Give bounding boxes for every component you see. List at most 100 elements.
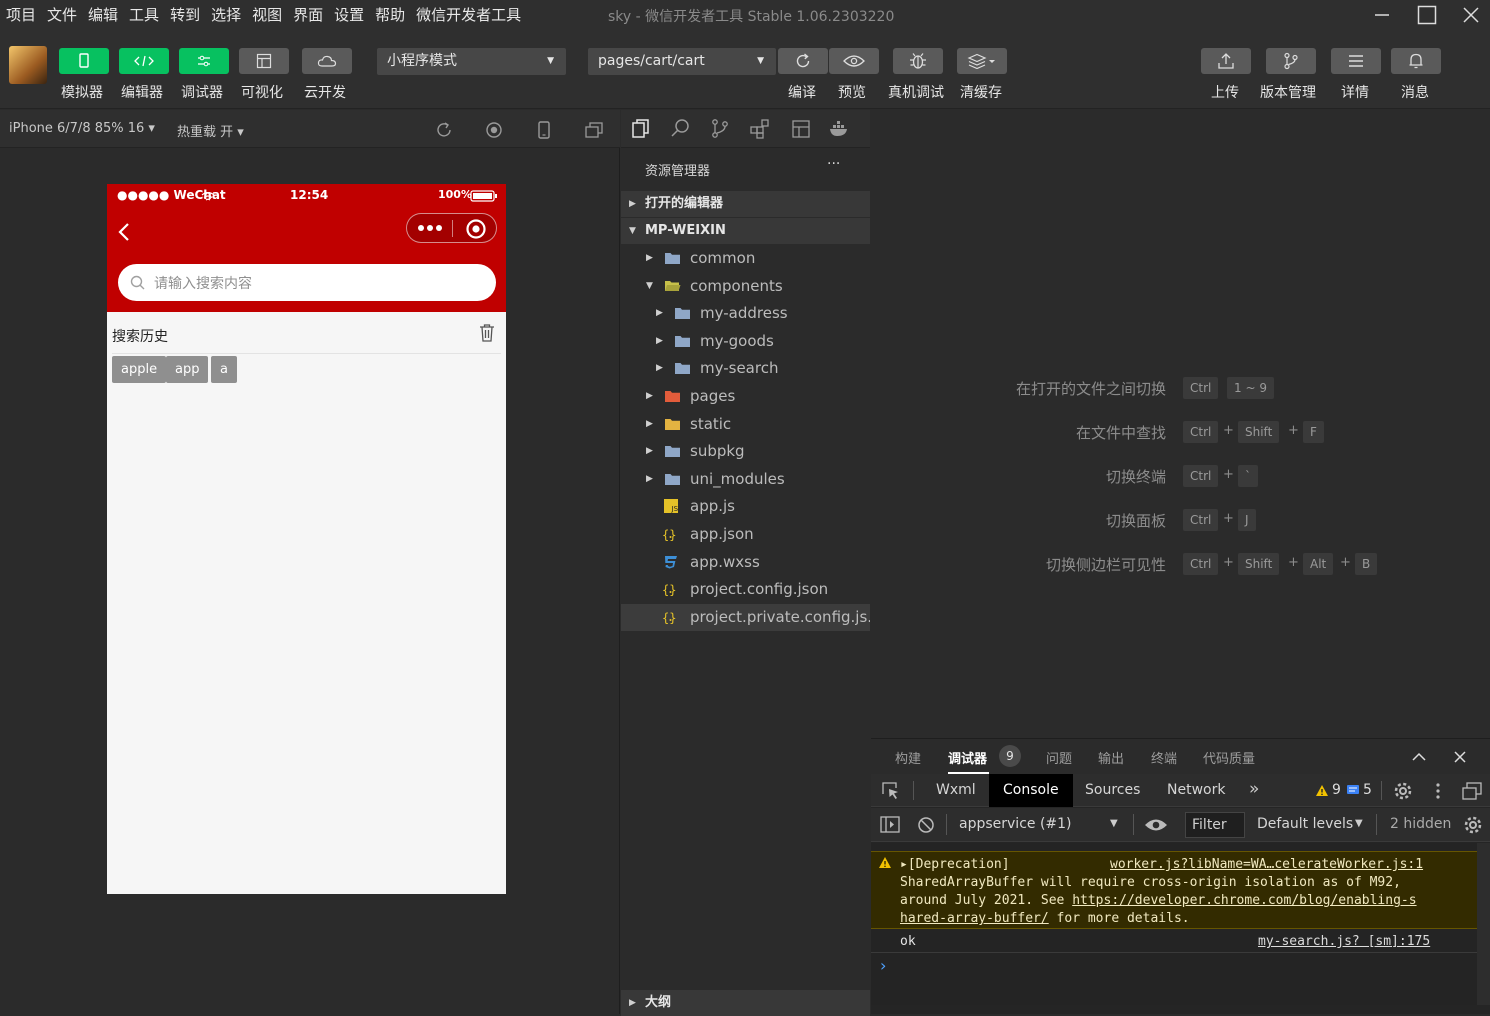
- tab-code-quality[interactable]: 代码质量: [1203, 748, 1255, 767]
- menu-item[interactable]: 微信开发者工具: [416, 4, 521, 25]
- more-tabs-button[interactable]: »: [1249, 779, 1259, 799]
- tree-folder[interactable]: ▶ pages: [621, 383, 870, 410]
- minimize-button[interactable]: [1362, 0, 1402, 30]
- tab-sources[interactable]: Sources: [1071, 774, 1154, 807]
- inspect-icon[interactable]: [881, 781, 901, 801]
- rotate-icon[interactable]: [434, 120, 454, 140]
- tree-file[interactable]: JS app.js: [621, 493, 870, 520]
- menu-item[interactable]: 视图: [252, 4, 282, 25]
- search-input[interactable]: 请输入搜索内容: [118, 264, 496, 301]
- detach-window-icon[interactable]: [584, 120, 604, 140]
- warning-doc-link-cont[interactable]: hared-array-buffer/: [900, 911, 1049, 926]
- tree-file[interactable]: {} project.private.config.js...: [621, 603, 870, 631]
- close-icon[interactable]: [1454, 751, 1466, 763]
- project-section[interactable]: ▼ MP-WEIXIN: [621, 218, 870, 244]
- files-icon[interactable]: [631, 118, 651, 140]
- undock-icon[interactable]: [1461, 781, 1483, 801]
- filter-input[interactable]: Filter: [1185, 812, 1245, 838]
- tree-file[interactable]: {} app.json: [621, 521, 870, 548]
- warning-source-link[interactable]: worker.js?libName=WA…celerateWorker.js:1: [1110, 857, 1423, 872]
- tree-file[interactable]: app.wxss: [621, 549, 870, 576]
- hot-reload-select[interactable]: 热重载 开 ▾: [177, 121, 244, 140]
- simulator-toggle-button[interactable]: [59, 48, 109, 74]
- menu-item[interactable]: 编辑: [88, 4, 118, 25]
- log-source-link[interactable]: my-search.js? [sm]:175: [1258, 934, 1430, 949]
- messages-button[interactable]: [1391, 48, 1441, 74]
- console-prompt[interactable]: ›: [880, 956, 886, 975]
- tree-folder[interactable]: ▶ my-search: [621, 355, 870, 382]
- clear-cache-button[interactable]: [957, 48, 1007, 74]
- page-select[interactable]: pages/cart/cart ▼: [588, 48, 776, 75]
- tab-problems[interactable]: 问题: [1046, 748, 1072, 767]
- layout-panel-icon[interactable]: [791, 118, 813, 140]
- clear-console-icon[interactable]: [917, 816, 935, 834]
- visual-toggle-button[interactable]: [239, 48, 289, 74]
- menu-item[interactable]: 项目: [6, 4, 36, 25]
- eye-icon[interactable]: [1144, 817, 1168, 833]
- cloud-toggle-button[interactable]: [302, 48, 352, 74]
- tab-debugger[interactable]: 调试器: [948, 748, 987, 767]
- tab-network[interactable]: Network: [1153, 774, 1239, 807]
- version-button[interactable]: [1266, 48, 1316, 74]
- menu-item[interactable]: 转到: [170, 4, 200, 25]
- avatar[interactable]: [9, 46, 47, 84]
- chevron-down-icon[interactable]: ▼: [1110, 818, 1118, 829]
- history-tag[interactable]: app: [166, 356, 209, 383]
- context-select[interactable]: appservice (#1): [959, 816, 1072, 832]
- more-dots-icon[interactable]: [417, 223, 443, 233]
- warning-doc-link[interactable]: https://developer.chrome.com/blog/enabli…: [1072, 893, 1416, 908]
- history-tag[interactable]: apple: [112, 356, 167, 383]
- close-miniprogram-icon[interactable]: [465, 218, 487, 240]
- tree-folder[interactable]: ▼ components: [621, 273, 870, 300]
- phone-icon[interactable]: [534, 120, 554, 140]
- tree-folder[interactable]: ▶ my-goods: [621, 328, 870, 355]
- tab-wxml[interactable]: Wxml: [922, 774, 990, 807]
- device-select[interactable]: iPhone 6/7/8 85% 16 ▾: [9, 121, 155, 136]
- compile-button[interactable]: [778, 48, 828, 74]
- trash-icon[interactable]: [479, 323, 495, 343]
- menu-item[interactable]: 工具: [129, 4, 159, 25]
- menu-item[interactable]: 帮助: [375, 4, 405, 25]
- close-window-button[interactable]: [1451, 0, 1490, 30]
- warning-title[interactable]: ▸[Deprecation]: [900, 857, 1010, 872]
- docker-icon[interactable]: [829, 119, 851, 139]
- menu-item[interactable]: 设置: [334, 4, 364, 25]
- explorer-more-button[interactable]: ···: [827, 156, 840, 172]
- gear-icon[interactable]: [1393, 781, 1413, 801]
- console-scrollbar[interactable]: [1477, 843, 1490, 1005]
- tab-terminal[interactable]: 终端: [1151, 748, 1177, 767]
- mode-select[interactable]: 小程序模式 ▼: [377, 48, 566, 75]
- menu-item[interactable]: 文件: [47, 4, 77, 25]
- tree-file[interactable]: {} project.config.json: [621, 576, 870, 603]
- details-button[interactable]: [1331, 48, 1381, 74]
- tree-folder[interactable]: ▶ common: [621, 245, 870, 272]
- tab-output[interactable]: 输出: [1098, 748, 1124, 767]
- menu-item[interactable]: 选择: [211, 4, 241, 25]
- tab-build[interactable]: 构建: [895, 748, 921, 767]
- search-icon[interactable]: [670, 118, 690, 140]
- source-control-icon[interactable]: [710, 118, 730, 140]
- record-icon[interactable]: [484, 120, 504, 140]
- editor-toggle-button[interactable]: [119, 48, 169, 74]
- history-tag[interactable]: a: [211, 356, 237, 383]
- back-arrow-icon[interactable]: [117, 221, 131, 243]
- outline-section[interactable]: ▶ 大纲: [621, 990, 870, 1016]
- levels-select[interactable]: Default levels: [1257, 816, 1353, 832]
- upload-button[interactable]: [1201, 48, 1251, 74]
- menu-item[interactable]: 界面: [293, 4, 323, 25]
- tree-folder[interactable]: ▶ static: [621, 411, 870, 438]
- tree-folder[interactable]: ▶ subpkg: [621, 438, 870, 465]
- preview-button[interactable]: [829, 48, 879, 74]
- tab-console[interactable]: Console: [989, 774, 1073, 807]
- extensions-icon[interactable]: [749, 118, 771, 140]
- gear-icon[interactable]: [1463, 815, 1483, 835]
- chevron-up-icon[interactable]: [1412, 752, 1426, 762]
- tree-folder[interactable]: ▶ uni_modules: [621, 466, 870, 493]
- sidebar-toggle-icon[interactable]: [880, 816, 900, 834]
- debugger-toggle-button[interactable]: [179, 48, 229, 74]
- remote-debug-button[interactable]: [893, 48, 943, 74]
- tree-folder[interactable]: ▶ my-address: [621, 300, 870, 327]
- open-editors-section[interactable]: ▶ 打开的编辑器: [621, 191, 870, 217]
- maximize-button[interactable]: [1407, 0, 1447, 30]
- kebab-menu-icon[interactable]: [1434, 781, 1442, 801]
